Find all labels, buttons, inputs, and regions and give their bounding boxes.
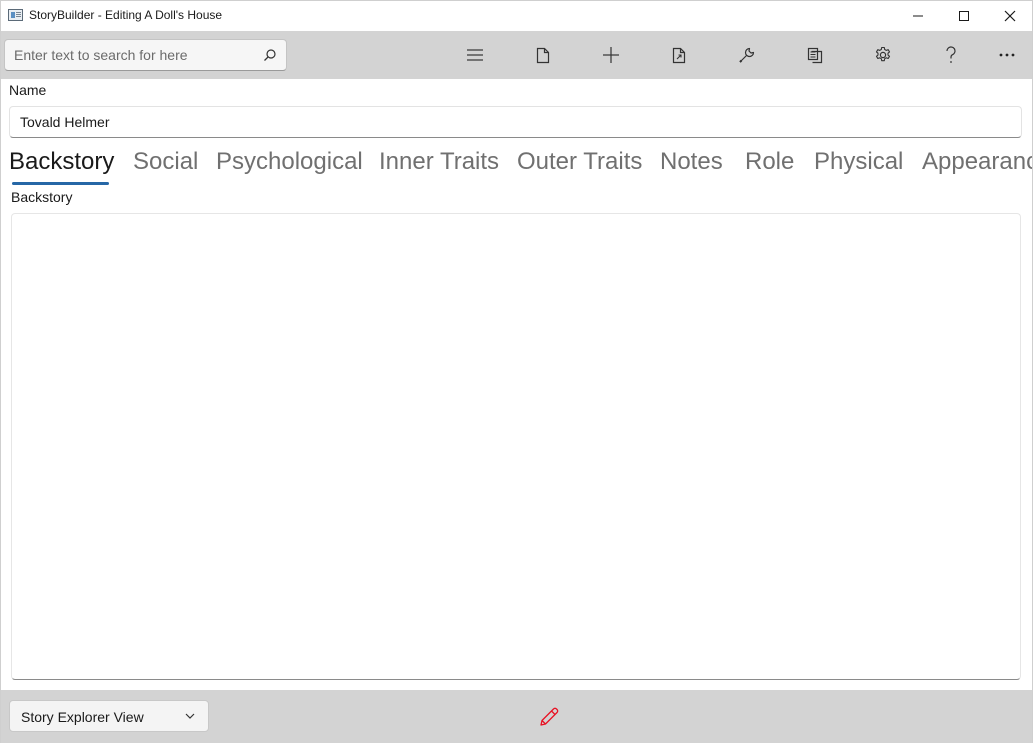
settings-button[interactable] xyxy=(863,39,903,71)
copy-icon xyxy=(807,47,823,63)
title-bar: StoryBuilder - Editing A Doll's House xyxy=(1,1,1032,31)
name-field[interactable] xyxy=(9,106,1022,138)
app-window: StoryBuilder - Editing A Doll's House En… xyxy=(0,0,1033,743)
help-button[interactable] xyxy=(931,39,971,71)
tab-role[interactable]: Role xyxy=(745,148,794,176)
tab-physical[interactable]: Physical xyxy=(814,148,903,176)
view-selector-value: Story Explorer View xyxy=(21,709,144,725)
tab-strip: Backstory Social Psychological Inner Tra… xyxy=(1,147,1032,187)
new-file-button[interactable] xyxy=(523,39,563,71)
maximize-icon xyxy=(959,11,969,21)
menu-button[interactable] xyxy=(455,39,495,71)
search-input[interactable] xyxy=(14,40,254,70)
add-button[interactable] xyxy=(591,39,631,71)
maximize-button[interactable] xyxy=(941,1,987,31)
footer-bar: Story Explorer View xyxy=(1,690,1032,743)
close-button[interactable] xyxy=(987,1,1033,31)
wrench-icon xyxy=(739,47,755,63)
pencil-icon xyxy=(540,707,559,726)
search-box[interactable] xyxy=(4,39,287,71)
tools-button[interactable] xyxy=(727,39,767,71)
copy-button[interactable] xyxy=(795,39,835,71)
active-tab-indicator xyxy=(12,182,109,185)
more-icon xyxy=(999,53,1015,57)
backstory-textarea[interactable] xyxy=(11,213,1021,680)
hamburger-menu-icon xyxy=(467,49,483,61)
plus-icon xyxy=(603,47,619,63)
tab-appearance[interactable]: Appearance xyxy=(922,148,1032,176)
view-selector[interactable]: Story Explorer View xyxy=(9,700,209,732)
tab-social[interactable]: Social xyxy=(133,148,198,176)
more-button[interactable] xyxy=(987,39,1027,71)
help-icon xyxy=(946,46,956,63)
name-label: Name xyxy=(9,82,47,98)
gear-icon xyxy=(875,46,891,62)
tab-backstory[interactable]: Backstory xyxy=(9,148,114,176)
name-input[interactable] xyxy=(20,107,1010,137)
backstory-label: Backstory xyxy=(11,189,73,205)
minimize-button[interactable] xyxy=(895,1,941,31)
open-file-button[interactable] xyxy=(659,39,699,71)
app-icon xyxy=(8,9,23,21)
minimize-icon xyxy=(913,15,923,17)
window-title: StoryBuilder - Editing A Doll's House xyxy=(29,8,223,22)
open-file-icon xyxy=(672,47,686,63)
search-icon[interactable] xyxy=(263,48,277,62)
edit-button[interactable] xyxy=(532,702,566,732)
chevron-down-icon xyxy=(185,713,195,719)
tab-outer-traits[interactable]: Outer Traits xyxy=(517,148,642,176)
new-file-icon xyxy=(536,47,550,63)
command-bar xyxy=(1,31,1032,79)
tab-psychological[interactable]: Psychological xyxy=(216,148,363,176)
tab-inner-traits[interactable]: Inner Traits xyxy=(379,148,499,176)
tab-notes[interactable]: Notes xyxy=(660,148,723,176)
close-icon xyxy=(1004,10,1016,22)
